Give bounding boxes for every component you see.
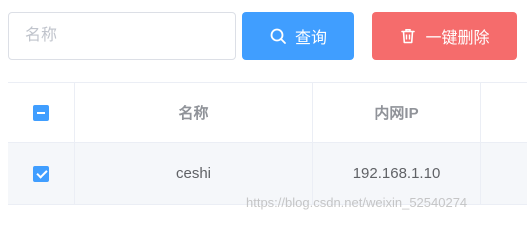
device-table: 名称 内网IP ceshi 192.168.1.10 — [8, 82, 527, 205]
delete-all-button-label: 一键删除 — [425, 30, 490, 47]
query-button-label: 查询 — [294, 30, 327, 47]
trash-icon — [399, 27, 417, 45]
search-icon — [269, 27, 287, 45]
header-checkbox-cell — [8, 83, 75, 142]
delete-all-button[interactable]: 一键删除 — [372, 12, 517, 60]
row-checkbox-cell — [8, 143, 75, 204]
row-checkbox[interactable] — [33, 165, 49, 182]
table-header-row: 名称 内网IP — [8, 83, 527, 143]
query-button[interactable]: 查询 — [242, 12, 354, 60]
column-header-extra — [481, 83, 527, 142]
cell-extra — [481, 143, 527, 204]
search-input[interactable] — [8, 12, 236, 60]
column-header-name[interactable]: 名称 — [75, 83, 313, 142]
column-header-ip[interactable]: 内网IP — [313, 83, 481, 142]
watermark: https://blog.csdn.net/weixin_52540274 — [246, 195, 468, 210]
select-all-checkbox[interactable] — [33, 104, 49, 121]
